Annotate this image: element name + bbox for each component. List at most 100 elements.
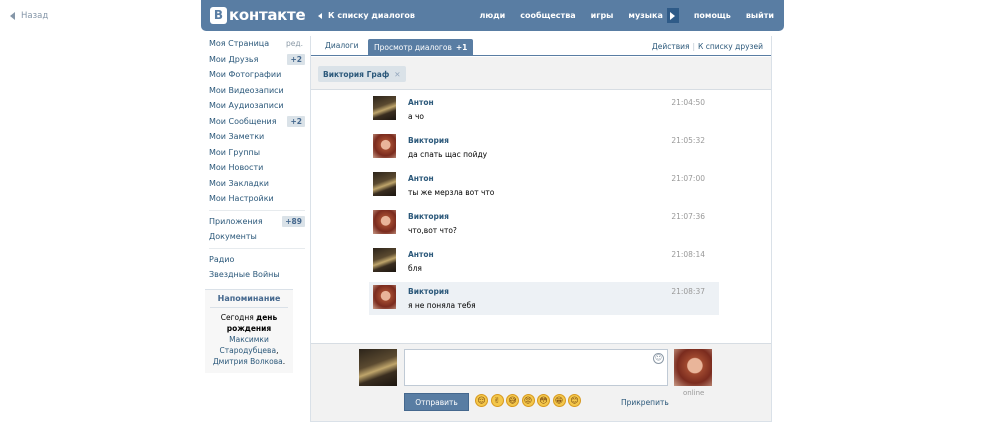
message-text: что,вот что? bbox=[408, 226, 457, 235]
reminder-text: Сегодня bbox=[220, 312, 257, 322]
sidebar-item-label: Мои Закладки bbox=[209, 178, 269, 188]
emoji-bar: 😌 ✌ 😅 😡 😳 😁 😊 bbox=[475, 394, 584, 407]
sidebar-item-label: Мои Аудиозаписи bbox=[209, 101, 284, 111]
divider bbox=[209, 247, 305, 249]
reminder-sep: , bbox=[276, 345, 279, 355]
message-row[interactable]: Антон ты же мерзла вот что 21:07:00 bbox=[369, 169, 719, 202]
play-button[interactable] bbox=[666, 8, 679, 23]
sidebar-item-label: Мои Видеозаписи bbox=[209, 85, 284, 95]
logo[interactable]: В контакте bbox=[210, 6, 306, 24]
sidebar-item-videos[interactable]: Мои Видеозаписи bbox=[205, 83, 305, 99]
sidebar-item-apps[interactable]: Приложения +89 bbox=[205, 214, 305, 230]
message-author[interactable]: Виктория bbox=[408, 287, 449, 296]
compose-area: ☺ online Отправить 😌 ✌ 😅 😡 😳 😁 😊 Прикреп… bbox=[311, 343, 771, 421]
avatar[interactable] bbox=[373, 248, 396, 272]
birthday-reminder: Напоминание Сегодня день рождения Максим… bbox=[205, 288, 293, 373]
message-author[interactable]: Виктория bbox=[408, 136, 449, 145]
emoji-victory-icon[interactable]: ✌ bbox=[490, 394, 504, 407]
message-row[interactable]: Антон а чо 21:04:50 bbox=[369, 93, 719, 126]
sidebar-item-groups[interactable]: Мои Группы bbox=[205, 145, 305, 161]
reminder-name-link[interactable]: Дмитрия Волкова bbox=[213, 357, 283, 366]
emoji-grin-icon[interactable]: 😁 bbox=[552, 394, 566, 407]
message-time: 21:07:36 bbox=[671, 212, 705, 221]
close-icon[interactable]: ✕ bbox=[394, 70, 400, 79]
nav-games[interactable]: игры bbox=[591, 11, 614, 20]
sidebar-item-star-wars[interactable]: Звездные Войны bbox=[205, 267, 305, 283]
sidebar-item-settings[interactable]: Мои Настройки bbox=[205, 191, 305, 207]
avatar[interactable] bbox=[373, 285, 396, 309]
nav-music[interactable]: музыка bbox=[628, 11, 662, 20]
message-text: я не поняла тебя bbox=[408, 301, 476, 310]
message-author[interactable]: Антон bbox=[408, 98, 434, 107]
reminder-name-link[interactable]: Максимки Стародубцева bbox=[220, 335, 277, 355]
message-row[interactable]: Виктория я не поняла тебя 21:08:37 bbox=[369, 282, 719, 315]
message-author[interactable]: Антон bbox=[408, 250, 434, 259]
smile-icon[interactable]: ☺ bbox=[653, 353, 664, 364]
message-input[interactable]: ☺ bbox=[404, 349, 668, 386]
logo-text: контакте bbox=[229, 6, 306, 24]
emoji-relieved-icon[interactable]: 😌 bbox=[475, 394, 488, 407]
tab-actions: Действия | К списку друзей bbox=[652, 42, 763, 51]
sidebar-item-label: Мои Сообщения bbox=[209, 116, 277, 126]
actions-link[interactable]: Действия bbox=[652, 42, 690, 51]
emoji-angry-icon[interactable]: 😡 bbox=[521, 394, 535, 407]
tabs-bar: Диалоги Просмотр диалогов +1 Действия | К с… bbox=[311, 36, 771, 56]
reminder-end: . bbox=[282, 356, 286, 366]
avatar[interactable] bbox=[373, 210, 396, 234]
avatar[interactable] bbox=[373, 96, 396, 120]
logo-letter: В bbox=[210, 6, 227, 24]
divider bbox=[209, 209, 305, 211]
attach-link[interactable]: Прикрепить bbox=[621, 398, 669, 407]
sidebar-item-label: Мои Друзья bbox=[209, 54, 259, 64]
reminder-title: Напоминание bbox=[210, 294, 288, 308]
sidebar-item-audio[interactable]: Мои Аудиозаписи bbox=[205, 98, 305, 114]
back-arrow-icon bbox=[10, 12, 15, 20]
avatar[interactable] bbox=[373, 172, 396, 196]
message-time: 21:08:14 bbox=[671, 250, 705, 259]
left-arrow-icon bbox=[318, 12, 322, 19]
nav-logout[interactable]: выйти bbox=[746, 11, 774, 20]
tab-dialogs[interactable]: Диалоги bbox=[325, 41, 359, 50]
my-avatar[interactable] bbox=[359, 349, 397, 386]
sidebar-item-documents[interactable]: Документы bbox=[205, 229, 305, 245]
nav-communities[interactable]: сообщества bbox=[520, 11, 575, 20]
message-text: бля bbox=[408, 264, 422, 273]
header: В контакте К списку диалогов люди сообще… bbox=[201, 0, 784, 31]
sidebar-item-friends[interactable]: Мои Друзья +2 bbox=[205, 52, 305, 68]
sidebar-item-my-page[interactable]: Моя Страница ред. bbox=[205, 36, 305, 52]
sidebar-item-photos[interactable]: Мои Фотографии bbox=[205, 67, 305, 83]
sidebar-item-news[interactable]: Мои Новости bbox=[205, 160, 305, 176]
message-row[interactable]: Виктория что,вот что? 21:07:36 bbox=[369, 207, 719, 240]
message-author[interactable]: Виктория bbox=[408, 212, 449, 221]
tab-label: Просмотр диалогов bbox=[374, 43, 452, 52]
back-link[interactable]: Назад bbox=[10, 11, 48, 21]
sidebar-item-radio[interactable]: Радио bbox=[205, 252, 305, 268]
peer-token[interactable]: Виктория Граф ✕ bbox=[318, 66, 406, 82]
message-row[interactable]: Виктория да спать щас пойду 21:05:32 bbox=[369, 131, 719, 164]
sidebar-item-bookmarks[interactable]: Мои Закладки bbox=[205, 176, 305, 192]
count-badge: +89 bbox=[282, 215, 305, 227]
emoji-flushed-icon[interactable]: 😳 bbox=[537, 394, 550, 407]
friends-list-link[interactable]: К списку друзей bbox=[698, 42, 763, 51]
peer-avatar[interactable] bbox=[674, 349, 712, 386]
emoji-sweat-smile-icon[interactable]: 😅 bbox=[506, 394, 519, 407]
dialogs-list-link[interactable]: К списку диалогов bbox=[318, 11, 415, 20]
peer-name: Виктория Граф bbox=[323, 69, 390, 79]
nav-people[interactable]: люди bbox=[480, 11, 506, 20]
count-badge: +2 bbox=[287, 53, 305, 65]
avatar[interactable] bbox=[373, 134, 396, 158]
sidebar: Моя Страница ред. Мои Друзья +2 Мои Фото… bbox=[205, 36, 305, 373]
send-button[interactable]: Отправить bbox=[404, 393, 469, 411]
play-icon bbox=[670, 11, 676, 20]
sidebar-item-notes[interactable]: Мои Заметки bbox=[205, 129, 305, 145]
message-row[interactable]: Антон бля 21:08:14 bbox=[369, 245, 719, 278]
edit-link[interactable]: ред. bbox=[286, 39, 303, 48]
nav-help[interactable]: помощь bbox=[694, 11, 731, 20]
tab-view-dialogs[interactable]: Просмотр диалогов +1 bbox=[368, 39, 474, 56]
sidebar-item-label: Мои Новости bbox=[209, 163, 264, 173]
sidebar-item-messages[interactable]: Мои Сообщения +2 bbox=[205, 114, 305, 130]
message-author[interactable]: Антон bbox=[408, 174, 434, 183]
message-text: ты же мерзла вот что bbox=[408, 188, 495, 197]
emoji-blush-icon[interactable]: 😊 bbox=[568, 394, 581, 407]
back-link-label: Назад bbox=[21, 11, 49, 21]
